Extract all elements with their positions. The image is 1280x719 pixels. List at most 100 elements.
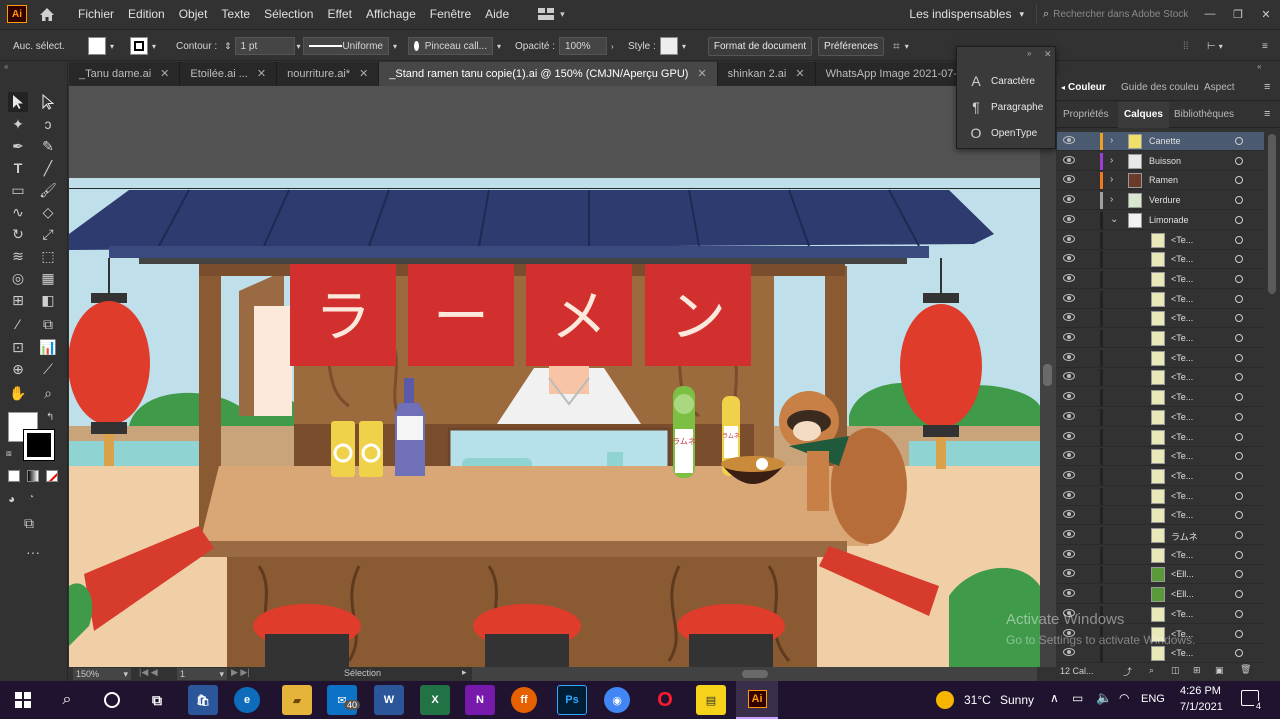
minimize-window-button[interactable]: — [1196, 8, 1224, 20]
width-tool-icon[interactable]: ≋ [8, 246, 28, 266]
layer-row[interactable]: › Buisson [1057, 152, 1264, 171]
edge-icon[interactable]: e [234, 687, 260, 713]
visibility-eye-icon[interactable] [1063, 372, 1075, 381]
screen-mode-icon[interactable]: ⧉ [24, 515, 34, 532]
onenote-icon[interactable]: N [465, 685, 495, 715]
eyedropper-tool-icon[interactable]: ⁄ [8, 314, 28, 334]
draw-behind-icon[interactable]: ◔ [28, 492, 34, 503]
wifi-icon[interactable]: ◠ [1119, 691, 1129, 705]
artboard-nav-first[interactable]: |◀ ◀ [139, 667, 158, 678]
layer-row[interactable]: › Verdure [1057, 191, 1264, 211]
visibility-eye-icon[interactable] [1063, 273, 1075, 282]
visibility-eye-icon[interactable] [1063, 549, 1075, 558]
tab-active-document[interactable]: _Stand ramen tanu copie(1).ai @ 150% (CM… [379, 62, 718, 86]
visibility-eye-icon[interactable] [1063, 136, 1075, 144]
tab-layers[interactable]: Calques [1118, 102, 1169, 128]
menu-aide[interactable]: Aide [478, 0, 516, 28]
weather-text[interactable]: Sunny [1000, 693, 1034, 707]
layer-name[interactable]: <Te... [1171, 648, 1193, 658]
clock-date[interactable]: 7/1/2021 [1180, 701, 1223, 713]
stroke-profile-select[interactable]: Uniforme ▾ [303, 36, 397, 56]
layer-name[interactable]: <Te... [1171, 432, 1193, 442]
layer-name[interactable]: <Te... [1171, 333, 1193, 343]
style-swatch[interactable]: ▾ [660, 36, 686, 56]
restore-window-button[interactable]: ❐ [1224, 8, 1252, 21]
layer-name[interactable]: <Te... [1171, 491, 1193, 501]
close-tab-icon[interactable]: ✕ [160, 68, 169, 80]
visibility-eye-icon[interactable] [1063, 451, 1075, 460]
hand-tool-icon[interactable]: ✋ [8, 383, 28, 403]
opacity-label[interactable]: Opacité : [515, 36, 555, 56]
visibility-eye-icon[interactable] [1063, 392, 1075, 401]
target-circle-icon[interactable] [1235, 412, 1243, 421]
line-tool-icon[interactable]: ╱ [38, 158, 58, 178]
layer-name[interactable]: <Te... [1171, 372, 1193, 382]
layer-name[interactable]: Canette [1149, 136, 1181, 146]
stroke-color-swatch[interactable] [23, 429, 55, 461]
canvas[interactable]: ラムネ ラムネ ラ ー メ ン [69, 86, 1040, 667]
pen-tool-icon[interactable]: ✒ [8, 136, 28, 156]
layer-name[interactable]: <Te... [1171, 609, 1193, 619]
selection-tool-icon[interactable] [8, 92, 28, 112]
search-taskbar-icon[interactable]: ⌕ [52, 685, 82, 715]
character-panel-button[interactable]: A Caractère [967, 71, 1035, 91]
sublayer-row[interactable]: <Te... [1057, 290, 1264, 309]
paintbrush-tool-icon[interactable]: 🖌 [38, 180, 58, 200]
close-tab-icon[interactable]: ✕ [257, 68, 266, 80]
panel-expand-icon[interactable]: » [1027, 49, 1031, 58]
sublayer-row[interactable]: <Te... [1057, 368, 1264, 388]
chrome-icon[interactable]: ◉ [604, 687, 630, 713]
target-circle-icon[interactable] [1235, 531, 1243, 539]
visibility-eye-icon[interactable] [1063, 569, 1075, 578]
task-view-icon[interactable]: ⧉ [142, 685, 172, 715]
clock-time[interactable]: 4:26 PM [1180, 685, 1221, 697]
gradient-tool-icon[interactable]: ◧ [38, 290, 58, 310]
visibility-eye-icon[interactable] [1063, 234, 1075, 243]
layer-name[interactable]: <Te... [1171, 353, 1193, 363]
preferences-button[interactable]: Préférences [818, 36, 884, 56]
target-circle-icon[interactable] [1235, 471, 1243, 480]
target-circle-icon[interactable] [1235, 314, 1243, 323]
illustrator-taskbar-icon[interactable]: Ai [736, 681, 778, 719]
layer-name[interactable]: Limonade [1149, 215, 1189, 225]
opera-icon[interactable]: O [650, 685, 680, 715]
close-tab-icon[interactable]: ✕ [795, 68, 804, 80]
align-options-icon[interactable]: ⁞⁞ [1183, 36, 1189, 56]
target-circle-icon[interactable] [1235, 609, 1243, 618]
target-circle-icon[interactable] [1235, 294, 1243, 303]
visibility-eye-icon[interactable] [1063, 470, 1075, 479]
weather-temp[interactable]: 31°C [964, 693, 991, 707]
align-icon[interactable]: ⊢ ▾ [1207, 36, 1223, 56]
home-icon[interactable] [33, 0, 61, 28]
visibility-eye-icon[interactable] [1063, 214, 1075, 223]
layer-name[interactable]: <Te... [1171, 254, 1193, 264]
opacity-value[interactable]: 100% [559, 37, 607, 55]
visibility-eye-icon[interactable] [1063, 313, 1075, 322]
color-mode-icon[interactable] [8, 470, 20, 482]
visibility-eye-icon[interactable] [1063, 431, 1075, 440]
graph-tool-icon[interactable]: 📊 [38, 337, 58, 357]
visibility-eye-icon[interactable] [1063, 648, 1075, 657]
tab-libraries[interactable]: Bibliothèques [1174, 102, 1234, 128]
layer-name[interactable]: <Te... [1171, 550, 1193, 560]
sublayer-row[interactable]: <Te... [1057, 349, 1264, 368]
eraser-tool-icon[interactable]: ◇ [38, 202, 58, 222]
layer-name[interactable]: <Te... [1171, 235, 1193, 245]
locate-object-icon[interactable]: ⌕ [1149, 665, 1154, 676]
zoom-field[interactable]: 150% ▾ [73, 668, 131, 680]
menu-edition[interactable]: Edition [121, 0, 172, 28]
layer-name[interactable]: <Ell... [1171, 589, 1194, 599]
scale-tool-icon[interactable]: ⤢ [38, 224, 58, 244]
target-circle-icon[interactable] [1235, 255, 1243, 264]
language-indicator[interactable]: ENG [1141, 693, 1165, 705]
target-circle-icon[interactable] [1235, 550, 1243, 559]
direct-selection-tool-icon[interactable] [38, 92, 58, 112]
brush-select[interactable]: Pinceau call... ▾ [408, 36, 501, 56]
target-circle-icon[interactable] [1235, 590, 1243, 599]
document-tab[interactable]: shinkan 2.ai ✕ [718, 62, 816, 86]
visibility-eye-icon[interactable] [1063, 589, 1075, 598]
visibility-eye-icon[interactable] [1063, 530, 1075, 538]
swap-colors-icon[interactable]: ↰ [46, 412, 54, 423]
sublayer-row[interactable]: <Ell... [1057, 565, 1264, 585]
menu-objet[interactable]: Objet [172, 0, 215, 28]
